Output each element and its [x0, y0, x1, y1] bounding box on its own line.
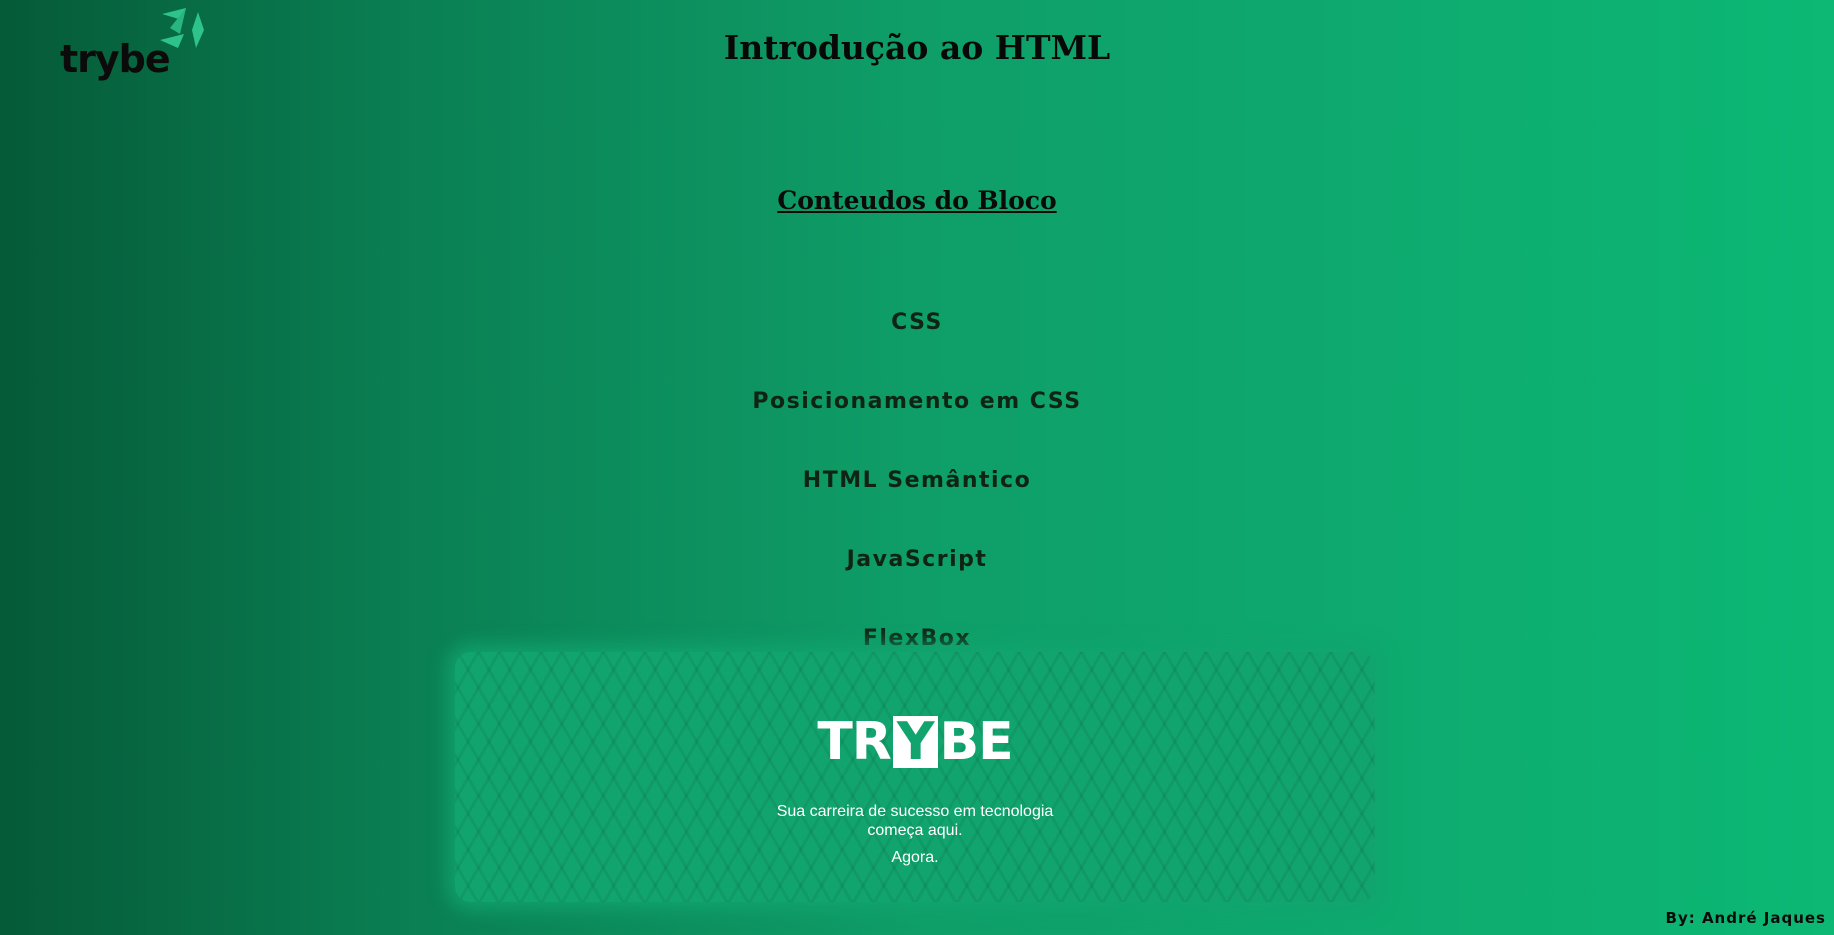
topic-link-css-positioning[interactable]: Posicionamento em CSS: [752, 389, 1081, 414]
topic-item-css: CSS: [0, 306, 1834, 385]
page-title: Introdução ao HTML: [723, 28, 1111, 67]
topic-item-css-positioning: Posicionamento em CSS: [0, 385, 1834, 464]
section-title: Conteudos do Bloco: [777, 186, 1057, 215]
topic-item-semantic-html: HTML Semântico: [0, 464, 1834, 543]
topic-list: CSS Posicionamento em CSS HTML Semântico…: [0, 306, 1834, 701]
topic-link-flexbox[interactable]: FlexBox: [863, 626, 971, 651]
trybe-banner: TR Y BE Sua carreira de sucesso em tecnolo…: [455, 652, 1375, 902]
topic-link-css[interactable]: CSS: [891, 310, 943, 335]
banner-trybe-logo: TR Y BE: [455, 716, 1375, 768]
banner-logo-be: BE: [939, 712, 1014, 772]
banner-logo-tr: TR: [817, 712, 892, 772]
topic-item-javascript: JavaScript: [0, 543, 1834, 622]
banner-tagline-text: Sua carreira de sucesso em tecnologia co…: [776, 803, 1054, 839]
banner-tagline: Sua carreira de sucesso em tecnologia co…: [455, 802, 1375, 840]
banner-subtext: Agora.: [891, 849, 939, 866]
author-credit: By: André Jaques: [1665, 909, 1826, 927]
topic-link-javascript[interactable]: JavaScript: [847, 547, 988, 572]
banner-logo-y: Y: [892, 716, 938, 768]
topic-link-semantic-html[interactable]: HTML Semântico: [803, 468, 1031, 493]
